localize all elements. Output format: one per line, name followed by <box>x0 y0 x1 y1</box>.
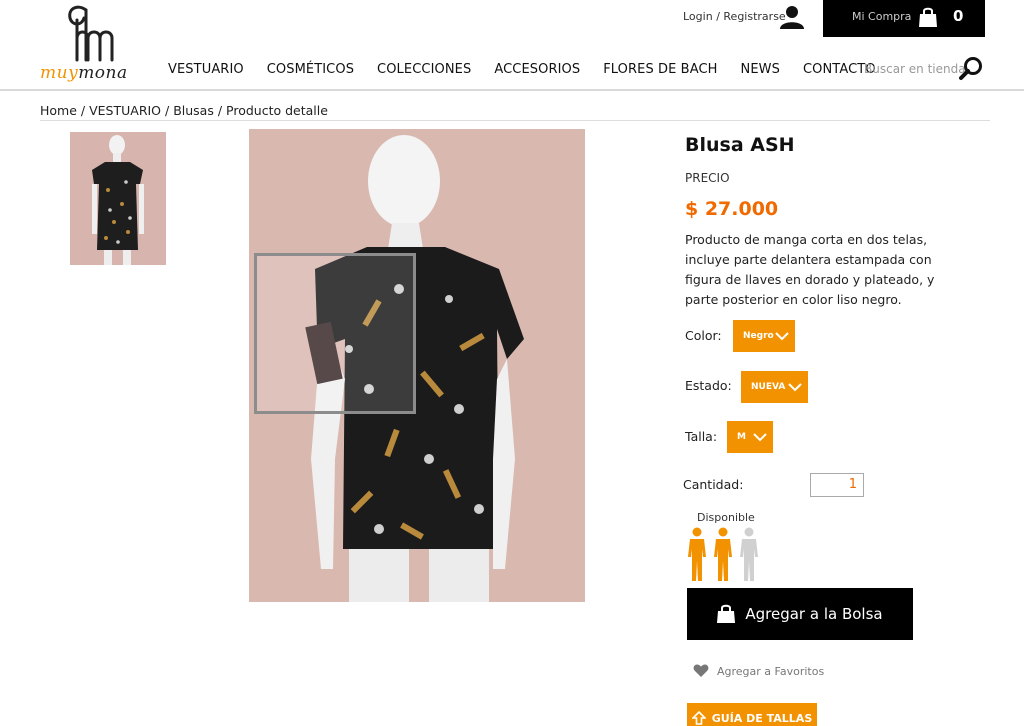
chevron-down-icon <box>753 433 767 442</box>
quantity-input[interactable]: 1 <box>810 473 864 497</box>
shopping-bag-icon <box>919 7 937 27</box>
availability-indicator <box>688 527 758 581</box>
talla-label: Talla: <box>685 429 718 444</box>
account-separator: / <box>716 10 720 23</box>
breadcrumb-home[interactable]: Home <box>40 103 77 118</box>
user-icon[interactable] <box>778 4 806 30</box>
quantity-label: Cantidad: <box>683 477 744 492</box>
brand-part2: mona <box>78 63 128 83</box>
nav-item-colecciones[interactable]: COLECCIONES <box>377 62 471 77</box>
availability-figure <box>688 527 706 581</box>
product-description: Producto de manga corta en dos telas, in… <box>685 232 935 307</box>
availability-label: Disponible <box>697 511 755 524</box>
cart-count: 0 <box>953 7 964 25</box>
breadcrumb-separator: / <box>76 103 90 118</box>
header-divider <box>0 89 1024 91</box>
cart-label: Mi Compra <box>852 10 912 23</box>
product-title: Blusa ASH <box>685 134 795 156</box>
nav-item-news[interactable]: NEWS <box>741 62 780 77</box>
favorites-label: Agregar a Favoritos <box>717 664 825 678</box>
breadcrumb-separator: / <box>213 103 227 118</box>
account-links: Login / Registrarse <box>683 10 786 23</box>
nav-item-flores-de-bach[interactable]: FLORES DE BACH <box>603 62 717 77</box>
brand-part1: muy <box>40 63 79 83</box>
nav-item-cosmeticos[interactable]: COSMÉTICOS <box>267 62 354 77</box>
add-to-favorites-link[interactable]: Agregar a Favoritos <box>693 664 824 678</box>
nav-item-vestuario[interactable]: VESTUARIO <box>168 62 244 77</box>
estado-select-value: NUEVA <box>751 382 786 392</box>
size-guide-button[interactable]: GUÍA DE TALLAS <box>687 703 817 726</box>
talla-select-value: M <box>737 432 746 442</box>
estado-label: Estado: <box>685 378 732 393</box>
shopping-bag-icon <box>717 604 736 623</box>
search-input[interactable]: Buscar en tienda <box>864 62 966 76</box>
availability-figure <box>714 527 732 581</box>
estado-select[interactable]: NUEVA <box>741 371 808 403</box>
arrow-up-icon <box>691 711 706 725</box>
zoom-lens[interactable] <box>254 253 416 414</box>
search-icon[interactable] <box>958 56 984 82</box>
product-thumbnail[interactable] <box>70 132 166 265</box>
nav-item-accesorios[interactable]: ACCESORIOS <box>494 62 580 77</box>
add-to-bag-label: Agregar a la Bolsa <box>745 605 883 623</box>
add-to-bag-button[interactable]: Agregar a la Bolsa <box>687 588 913 640</box>
breadcrumb-vestuario[interactable]: VESTUARIO <box>89 103 161 118</box>
size-guide-label: GUÍA DE TALLAS <box>711 711 813 725</box>
login-link[interactable]: Login <box>683 10 713 23</box>
chevron-down-icon <box>775 332 789 341</box>
main-nav: VESTUARIO COSMÉTICOS COLECCIONES ACCESOR… <box>168 62 899 77</box>
price-label: PRECIO <box>685 171 730 185</box>
register-link[interactable]: Registrarse <box>723 10 785 23</box>
talla-select[interactable]: M <box>727 421 773 453</box>
breadcrumb-current: Producto detalle <box>226 103 328 118</box>
breadcrumb: Home / VESTUARIO / Blusas / Producto det… <box>40 103 328 118</box>
breadcrumb-divider <box>40 120 990 121</box>
availability-figure <box>740 527 758 581</box>
chevron-down-icon <box>788 383 802 392</box>
color-select[interactable]: Negro <box>733 320 795 352</box>
color-select-value: Negro <box>743 331 774 341</box>
breadcrumb-separator: / <box>161 103 174 118</box>
cart-button[interactable]: Mi Compra 0 <box>823 0 985 37</box>
color-label: Color: <box>685 328 722 343</box>
heart-icon <box>693 664 709 677</box>
breadcrumb-blusas[interactable]: Blusas <box>173 103 214 118</box>
product-price: $ 27.000 <box>685 198 779 220</box>
brand-wordmark: muymona <box>40 63 128 83</box>
